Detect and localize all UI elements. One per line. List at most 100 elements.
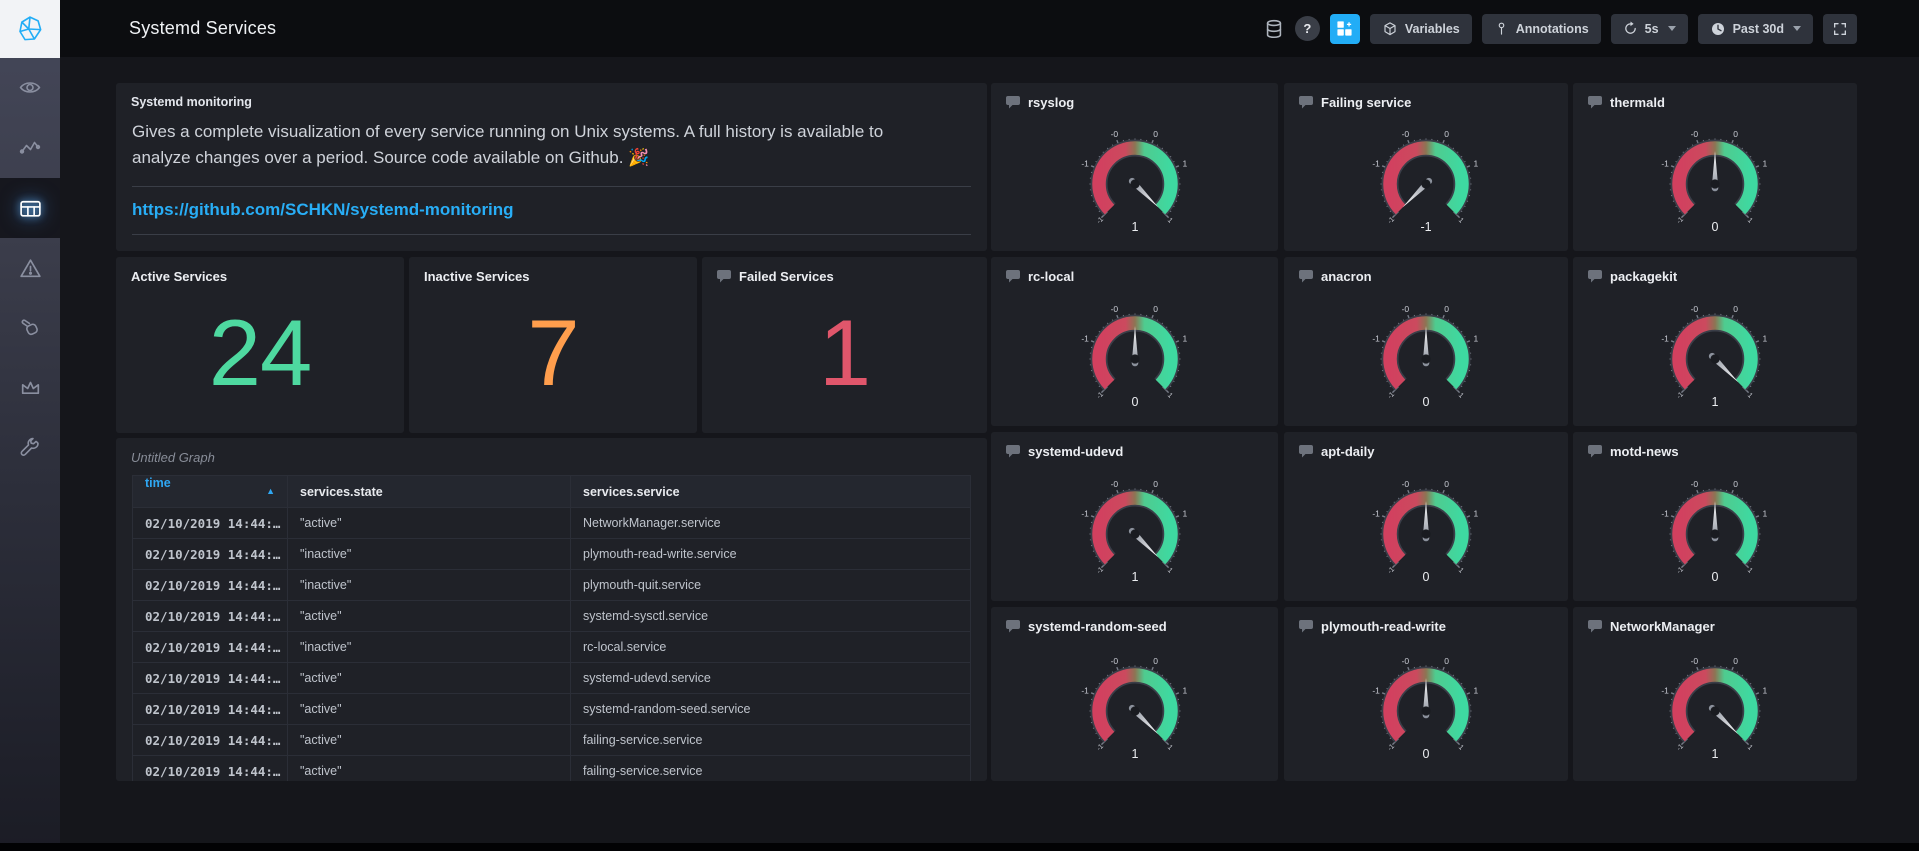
eye-icon bbox=[19, 82, 41, 93]
table-row: 02/10/2019 14:44:… "active" NetworkManager… bbox=[132, 507, 971, 539]
database-icon[interactable] bbox=[1263, 18, 1285, 40]
stat-value: 1 bbox=[818, 300, 871, 405]
gauge: -1 -1 -0 0 1 1 0 bbox=[1661, 479, 1767, 584]
panel-title: plymouth-read-write bbox=[1321, 619, 1446, 634]
gauge-dial: -1 -1 -0 0 1 1 0 bbox=[1573, 462, 1857, 601]
sidebar-item-alerting[interactable] bbox=[0, 238, 60, 298]
annotations-button[interactable]: Annotations bbox=[1481, 13, 1601, 44]
svg-text:-1: -1 bbox=[1081, 508, 1089, 518]
panel-title: packagekit bbox=[1610, 269, 1678, 284]
panel-title: Failing service bbox=[1321, 95, 1412, 110]
question-icon: ? bbox=[1303, 21, 1312, 36]
svg-text:-0: -0 bbox=[1402, 304, 1410, 314]
table-header-row: time ▲ services.state services.service bbox=[132, 475, 971, 508]
gauge-dial: -1 -1 -0 0 1 1 -1 bbox=[1284, 113, 1568, 251]
svg-text:0: 0 bbox=[1444, 479, 1449, 489]
bottom-bar bbox=[0, 843, 1919, 851]
sidebar-item-log-viewer[interactable] bbox=[0, 298, 60, 358]
panel-gauge-plymouth-read-write: plymouth-read-write -1 -1 -0 0 1 1 0 bbox=[1284, 607, 1568, 781]
svg-text:-1: -1 bbox=[1095, 743, 1104, 752]
panel-title: rc-local bbox=[1028, 269, 1075, 284]
svg-text:1: 1 bbox=[1746, 744, 1754, 752]
cube-icon bbox=[1384, 21, 1396, 35]
svg-text:-1: -1 bbox=[1676, 743, 1685, 752]
gauge-dial: -1 -1 -0 0 1 1 1 bbox=[1573, 637, 1857, 781]
time-range-label: Past 30d bbox=[1732, 21, 1784, 36]
fullscreen-button[interactable] bbox=[1823, 13, 1857, 44]
svg-text:1: 1 bbox=[1746, 217, 1754, 225]
gauge: -1 -1 -0 0 1 1 0 bbox=[1081, 304, 1187, 409]
column-header-service[interactable]: services.service bbox=[570, 475, 971, 508]
table-row: 02/10/2019 14:44:… "active" systemd-random… bbox=[132, 693, 971, 725]
svg-text:-0: -0 bbox=[1691, 479, 1699, 489]
sort-asc-icon: ▲ bbox=[266, 486, 275, 496]
sidebar-item-configuration[interactable] bbox=[0, 418, 60, 478]
help-button[interactable]: ? bbox=[1294, 16, 1320, 41]
svg-text:-0: -0 bbox=[1402, 129, 1410, 139]
gauge-dial: -1 -1 -0 0 1 1 0 bbox=[1284, 462, 1568, 601]
stat-value: 7 bbox=[527, 300, 579, 405]
sidebar-item-data-explorer[interactable] bbox=[0, 118, 60, 178]
svg-text:1: 1 bbox=[1457, 391, 1465, 399]
caret-down-icon bbox=[1667, 26, 1676, 31]
panel-systemd-monitoring: Systemd monitoring Gives a complete visu… bbox=[116, 83, 987, 251]
svg-text:-0: -0 bbox=[1691, 656, 1699, 666]
refresh-interval-label: 5s bbox=[1644, 21, 1659, 36]
clock-icon bbox=[1711, 22, 1724, 35]
svg-text:-0: -0 bbox=[1110, 656, 1118, 666]
app-logo[interactable] bbox=[0, 0, 60, 58]
svg-text:-1: -1 bbox=[1095, 216, 1104, 225]
svg-text:-1: -1 bbox=[1081, 333, 1089, 343]
gauge: -1 -1 -0 0 1 1 0 bbox=[1372, 304, 1478, 409]
svg-text:0: 0 bbox=[1444, 129, 1449, 139]
variables-button[interactable]: Variables bbox=[1369, 13, 1472, 44]
gauge-dial: -1 -1 -0 0 1 1 0 bbox=[991, 287, 1278, 426]
svg-text:1: 1 bbox=[1746, 391, 1754, 399]
gauge: -1 -1 -0 0 1 1 1 bbox=[1661, 656, 1767, 761]
svg-text:-1: -1 bbox=[1372, 333, 1380, 343]
svg-text:1: 1 bbox=[1457, 744, 1465, 752]
add-cell-button[interactable] bbox=[1329, 13, 1360, 44]
svg-text:1: 1 bbox=[1165, 391, 1173, 399]
svg-text:-0: -0 bbox=[1110, 479, 1118, 489]
refresh-interval-button[interactable]: 5s bbox=[1610, 13, 1688, 44]
column-header-time[interactable]: time ▲ bbox=[132, 475, 288, 508]
svg-text:-1: -1 bbox=[1661, 333, 1669, 343]
svg-text:0: 0 bbox=[1733, 129, 1738, 139]
svg-text:-1: -1 bbox=[1372, 508, 1380, 518]
github-link[interactable]: https://github.com/SCHKN/systemd-monitor… bbox=[132, 200, 971, 220]
comment-icon bbox=[1299, 96, 1313, 109]
panel-title: NetworkManager bbox=[1610, 619, 1715, 634]
comment-icon bbox=[1299, 445, 1313, 458]
panel-title: Systemd monitoring bbox=[131, 95, 252, 109]
panel-table: Untitled Graph time ▲ services.state ser… bbox=[116, 438, 987, 781]
comment-icon bbox=[1299, 620, 1313, 633]
table-row: 02/10/2019 14:44:… "inactive" rc-local.ser… bbox=[132, 631, 971, 663]
time-range-button[interactable]: Past 30d bbox=[1697, 13, 1813, 44]
table-row: 02/10/2019 14:44:… "active" systemd-sysctl… bbox=[132, 600, 971, 632]
svg-text:1: 1 bbox=[1763, 158, 1768, 168]
sidebar-item-admin[interactable] bbox=[0, 358, 60, 418]
table-row: 02/10/2019 14:44:… "active" systemd-udevd.… bbox=[132, 662, 971, 694]
gauge: -1 -1 -0 0 1 1 0 bbox=[1372, 479, 1478, 584]
panel-title: thermald bbox=[1610, 95, 1665, 110]
gauge-dial: -1 -1 -0 0 1 1 0 bbox=[1284, 287, 1568, 426]
svg-text:-1: -1 bbox=[1372, 158, 1380, 168]
gauge: -1 -1 -0 0 1 1 1 bbox=[1661, 304, 1767, 409]
table-row: 02/10/2019 14:44:… "inactive" plymouth-rea… bbox=[132, 538, 971, 570]
annotation-pin-icon bbox=[1498, 22, 1505, 35]
svg-text:0: 0 bbox=[1733, 304, 1738, 314]
sidebar-item-status[interactable] bbox=[0, 58, 60, 118]
column-header-state[interactable]: services.state bbox=[287, 475, 571, 508]
svg-text:1: 1 bbox=[1182, 333, 1187, 343]
divider bbox=[132, 185, 971, 187]
svg-text:0: 0 bbox=[1153, 129, 1158, 139]
panel-title: systemd-random-seed bbox=[1028, 619, 1167, 634]
page-title: Systemd Services bbox=[129, 18, 277, 38]
gauge-value: 1 bbox=[1712, 395, 1719, 409]
table-row: 02/10/2019 14:44:… "active" failing-servic… bbox=[132, 755, 971, 781]
svg-text:1: 1 bbox=[1746, 566, 1754, 574]
svg-text:1: 1 bbox=[1165, 566, 1173, 574]
sidebar-item-dashboards[interactable] bbox=[0, 178, 60, 238]
svg-text:-1: -1 bbox=[1081, 685, 1089, 695]
